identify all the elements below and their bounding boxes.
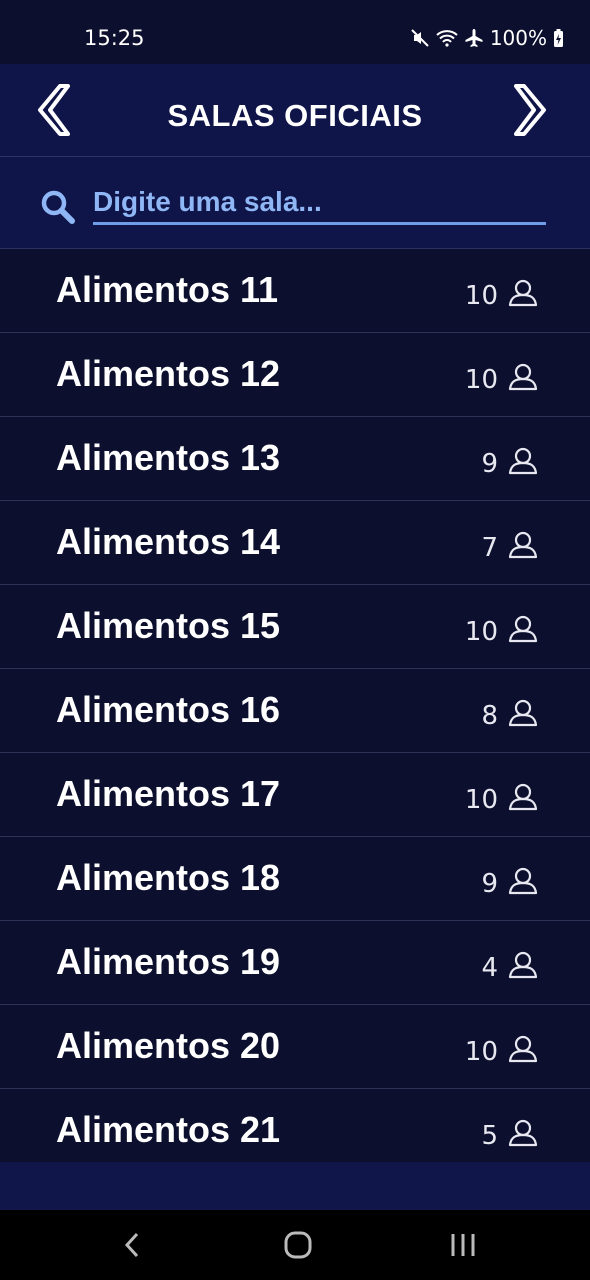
room-name: Alimentos 14: [56, 521, 281, 562]
room-user-count: 7: [481, 533, 498, 563]
header: SALAS OFICIAIS: [0, 64, 590, 157]
room-name: Alimentos 17: [56, 773, 281, 814]
user-icon: [508, 279, 538, 312]
room-row-10[interactable]: Alimentos 20 10: [0, 1005, 590, 1089]
room-row-11[interactable]: Alimentos 21 5: [0, 1089, 590, 1157]
room-name: Alimentos 18: [56, 857, 281, 898]
user-icon: [508, 699, 538, 732]
user-icon: [508, 1119, 538, 1152]
room-user-count: 5: [481, 1121, 498, 1151]
room-row-8[interactable]: Alimentos 18 9: [0, 837, 590, 921]
battery-charging-icon: [553, 28, 564, 48]
status-time: 15:25: [84, 26, 145, 50]
chevron-right-icon: [514, 84, 546, 136]
next-page-button[interactable]: [504, 82, 554, 138]
user-icon: [508, 615, 538, 648]
recents-icon: [451, 1234, 475, 1256]
user-icon: [508, 783, 538, 816]
room-name: Alimentos 20: [56, 1025, 281, 1066]
back-icon: [124, 1232, 139, 1258]
room-name: Alimentos 16: [56, 689, 281, 730]
system-navigation-bar: [0, 1210, 590, 1280]
search-icon: [40, 189, 76, 230]
room-row-1[interactable]: Alimentos 11 10: [0, 249, 590, 333]
room-user-count: 4: [481, 953, 498, 983]
room-name: Alimentos 21: [56, 1109, 281, 1150]
search-bar: [0, 157, 590, 249]
room-user-count: 10: [464, 365, 498, 395]
room-name: Alimentos 19: [56, 941, 281, 982]
room-user-count: 10: [464, 617, 498, 647]
room-name: Alimentos 11: [56, 269, 279, 310]
status-icons: 100%: [410, 26, 564, 50]
status-bar: 15:25 100%: [0, 0, 590, 64]
home-icon: [284, 1231, 312, 1259]
room-row-3[interactable]: Alimentos 13 9: [0, 417, 590, 501]
user-icon: [508, 531, 538, 564]
user-icon: [508, 363, 538, 396]
room-user-count: 10: [464, 1037, 498, 1067]
home-nav-button[interactable]: [283, 1230, 313, 1265]
footer-bar: [0, 1162, 590, 1210]
room-user-count: 9: [481, 869, 498, 899]
back-nav-button[interactable]: [120, 1230, 144, 1265]
room-user-count: 10: [464, 785, 498, 815]
room-row-5[interactable]: Alimentos 15 10: [0, 585, 590, 669]
room-name: Alimentos 15: [56, 605, 281, 646]
room-name: Alimentos 12: [56, 353, 281, 394]
search-input[interactable]: [93, 181, 546, 225]
room-user-count: 10: [464, 281, 498, 311]
wifi-icon: [436, 29, 458, 47]
user-icon: [508, 951, 538, 984]
user-icon: [508, 1035, 538, 1068]
room-user-count: 8: [481, 701, 498, 731]
room-row-6[interactable]: Alimentos 16 8: [0, 669, 590, 753]
recents-nav-button[interactable]: [448, 1230, 478, 1265]
room-row-7[interactable]: Alimentos 17 10: [0, 753, 590, 837]
room-row-4[interactable]: Alimentos 14 7: [0, 501, 590, 585]
user-icon: [508, 447, 538, 480]
airplane-icon: [464, 28, 484, 48]
user-icon: [508, 867, 538, 900]
mute-icon: [410, 28, 430, 48]
room-row-2[interactable]: Alimentos 12 10: [0, 333, 590, 417]
room-row-9[interactable]: Alimentos 19 4: [0, 921, 590, 1005]
battery-label: 100%: [489, 26, 547, 50]
room-list: Alimentos 11 10 Alimentos 12 10 Alimento…: [0, 249, 590, 1157]
room-name: Alimentos 13: [56, 437, 281, 478]
room-user-count: 9: [481, 449, 498, 479]
page-title: SALAS OFICIAIS: [167, 98, 423, 133]
